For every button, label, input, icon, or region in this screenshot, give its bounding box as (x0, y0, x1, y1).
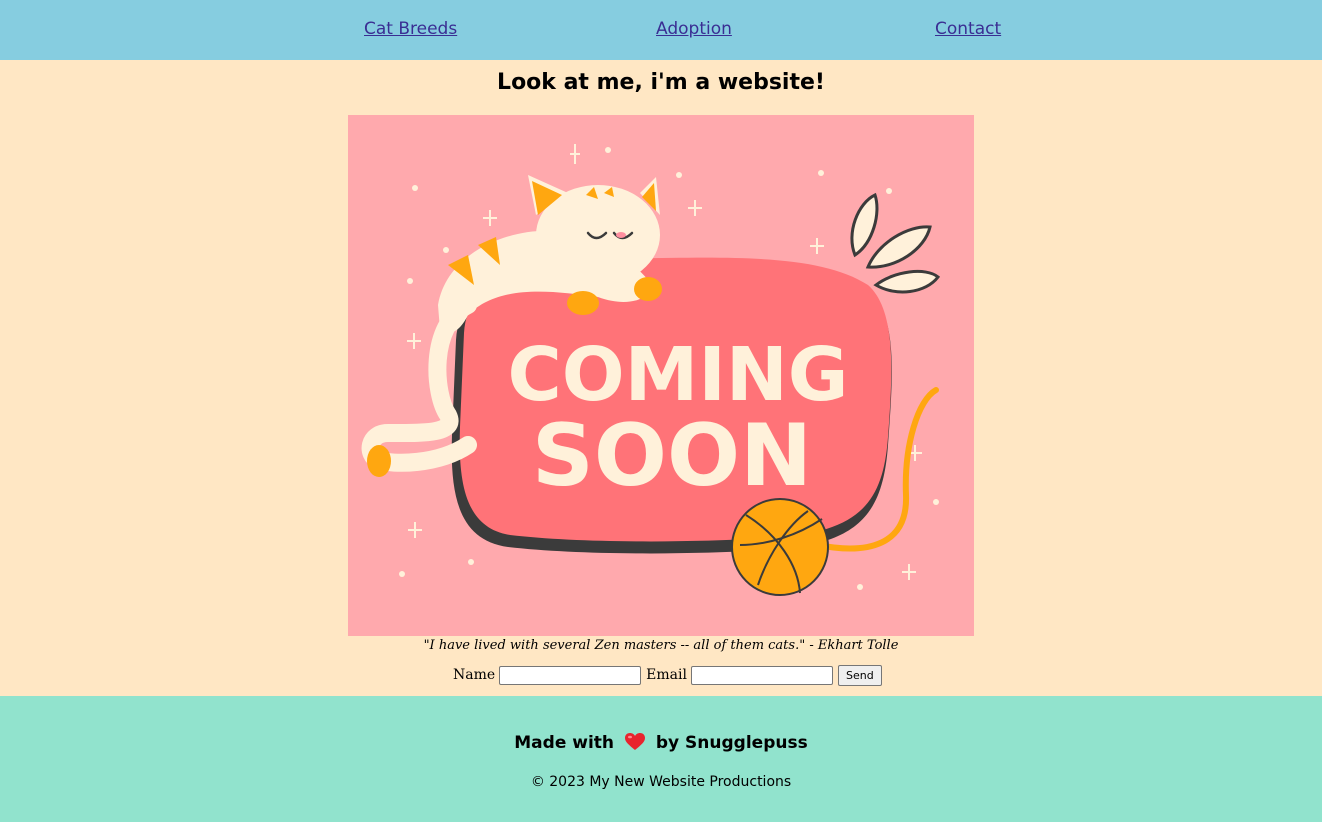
email-label: Email (646, 667, 687, 683)
name-label: Name (453, 667, 496, 683)
name-field[interactable] (499, 665, 642, 685)
email-field[interactable] (690, 665, 833, 685)
made-with-suffix: by Snugglepuss (655, 733, 808, 753)
footer: Made with by Snugglepuss © 2023 My New W… (0, 696, 1322, 822)
send-button[interactable]: Send (837, 664, 882, 686)
nav-link-cat-breeds[interactable]: Cat Breeds (364, 19, 457, 39)
contact-form: Name Email Send (453, 664, 882, 686)
coming-soon-image: COMING SOON (348, 115, 974, 636)
top-nav: Cat Breeds Adoption Contact (0, 0, 1322, 60)
coming-soon-illustration: COMING SOON (348, 115, 974, 636)
quote-text: "I have lived with several Zen masters -… (423, 638, 899, 653)
nav-link-adoption[interactable]: Adoption (656, 19, 732, 39)
made-with-prefix: Made with (514, 733, 615, 753)
copyright-text: © 2023 My New Website Productions (530, 774, 792, 790)
soon-text: SOON (532, 406, 812, 506)
main-content: Look at me, i'm a website! COMING SOON "… (0, 60, 1322, 696)
heart-icon (624, 733, 645, 756)
yarn-ball (731, 498, 829, 596)
nav-link-contact[interactable]: Contact (935, 19, 1001, 39)
page-title: Look at me, i'm a website! (497, 70, 825, 95)
made-with-line: Made with by Snugglepuss (0, 733, 1322, 756)
